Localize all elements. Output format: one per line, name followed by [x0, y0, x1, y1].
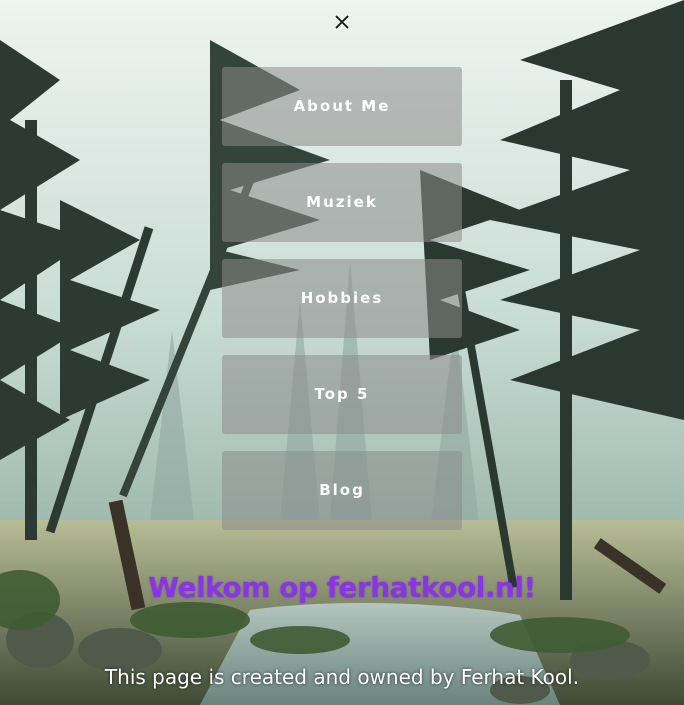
- menu-item-label: Blog: [319, 480, 365, 499]
- menu-item-hobbies[interactable]: Hobbies: [222, 259, 462, 338]
- menu-item-label: Hobbies: [300, 288, 384, 307]
- footer-text: This page is created and owned by Ferhat…: [104, 665, 580, 689]
- menu-item-label: Top 5: [314, 384, 370, 403]
- welcome-heading: Welkom op ferhatkool.nl!: [148, 571, 536, 604]
- menu-item-blog[interactable]: Blog: [222, 451, 462, 530]
- close-icon: [335, 15, 349, 29]
- main-menu: About Me Muziek Hobbies Top 5 Blog: [222, 67, 462, 530]
- menu-item-about-me[interactable]: About Me: [222, 67, 462, 146]
- menu-item-top-5[interactable]: Top 5: [222, 355, 462, 434]
- menu-item-label: Muziek: [306, 192, 378, 211]
- close-menu-button[interactable]: [329, 9, 355, 35]
- menu-item-muziek[interactable]: Muziek: [222, 163, 462, 242]
- menu-item-label: About Me: [293, 96, 391, 115]
